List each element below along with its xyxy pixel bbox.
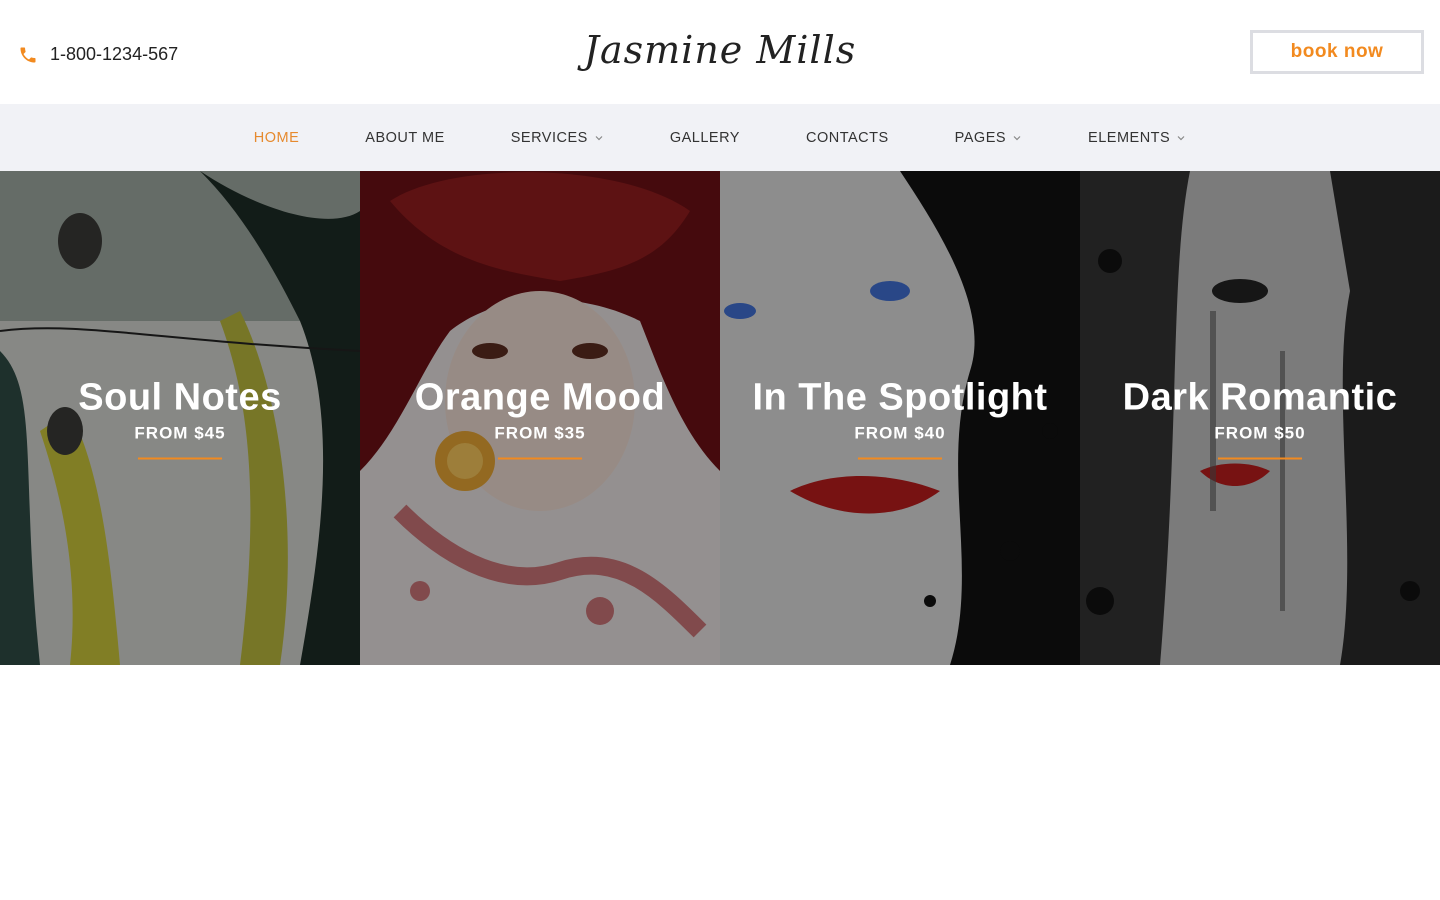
- nav-item-pages[interactable]: PAGES: [922, 130, 1055, 146]
- book-now-button[interactable]: book now: [1250, 30, 1424, 74]
- service-title: Orange Mood: [414, 376, 666, 419]
- chevron-down-icon: [1177, 135, 1185, 140]
- nav-item-home[interactable]: HOME: [221, 130, 333, 146]
- accent-divider: [498, 457, 582, 460]
- service-caption: Orange Mood FROM $35: [360, 377, 720, 460]
- main-navigation: HOME ABOUT ME SERVICES GALLERY CONTACTS …: [0, 104, 1440, 171]
- nav-item-label: CONTACTS: [805, 129, 889, 146]
- service-price: FROM $40: [854, 423, 946, 443]
- nav-item-label: ABOUT ME: [365, 129, 445, 146]
- nav-item-contacts[interactable]: CONTACTS: [773, 130, 922, 146]
- nav-item-about-me[interactable]: ABOUT ME: [332, 130, 477, 146]
- nav-item-elements[interactable]: ELEMENTS: [1055, 130, 1219, 146]
- service-caption: Dark Romantic FROM $50: [1080, 377, 1440, 460]
- chevron-down-icon: [595, 135, 603, 140]
- service-caption: Soul Notes FROM $45: [0, 377, 360, 460]
- top-header: 1-800-1234-567 Jasmine Mills book now: [0, 0, 1440, 104]
- site-logo[interactable]: Jasmine Mills: [0, 28, 1440, 72]
- nav-item-label: ELEMENTS: [1088, 129, 1171, 146]
- service-card-orange-mood[interactable]: Orange Mood FROM $35: [360, 171, 720, 665]
- service-title: In The Spotlight: [752, 376, 1048, 419]
- services-gallery: Soul Notes FROM $45 Orange Mood FROM $35: [0, 171, 1440, 665]
- accent-divider: [138, 457, 222, 460]
- chevron-down-icon: [1013, 135, 1021, 140]
- nav-item-label: HOME: [253, 129, 300, 146]
- nav-item-label: GALLERY: [669, 129, 740, 146]
- service-price: FROM $50: [1214, 423, 1306, 443]
- service-card-in-the-spotlight[interactable]: In The Spotlight FROM $40: [720, 171, 1080, 665]
- service-title: Dark Romantic: [1122, 376, 1398, 419]
- accent-divider: [858, 457, 942, 460]
- accent-divider: [1218, 457, 1302, 460]
- nav-item-gallery[interactable]: GALLERY: [637, 130, 773, 146]
- service-card-dark-romantic[interactable]: Dark Romantic FROM $50: [1080, 171, 1440, 665]
- service-title: Soul Notes: [78, 376, 282, 419]
- nav-item-services[interactable]: SERVICES: [478, 130, 637, 146]
- service-caption: In The Spotlight FROM $40: [720, 377, 1080, 460]
- nav-item-label: SERVICES: [510, 129, 588, 146]
- nav-item-label: PAGES: [954, 129, 1007, 146]
- service-price: FROM $45: [134, 423, 226, 443]
- service-card-soul-notes[interactable]: Soul Notes FROM $45: [0, 171, 360, 665]
- service-price: FROM $35: [494, 423, 586, 443]
